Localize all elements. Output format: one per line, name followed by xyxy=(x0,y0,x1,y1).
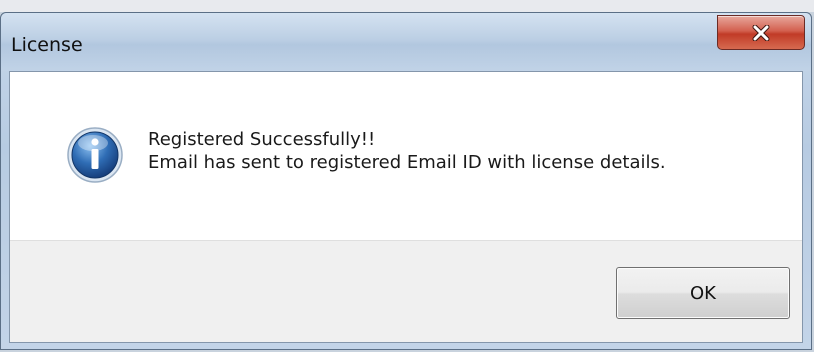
info-icon xyxy=(67,127,123,183)
message-line-1: Registered Successfully!! xyxy=(148,129,376,150)
message-area: Registered Successfully!! Email has sent… xyxy=(10,72,802,240)
title-bar[interactable]: License xyxy=(1,13,811,71)
window-title: License xyxy=(11,34,83,56)
ok-button[interactable]: OK xyxy=(616,267,790,319)
license-dialog: License Registered Successfully!! Email … xyxy=(0,12,812,350)
background-window-edge xyxy=(0,0,814,12)
close-icon xyxy=(752,24,770,41)
button-area: OK xyxy=(10,240,802,342)
close-button[interactable] xyxy=(717,15,805,50)
dialog-body: Registered Successfully!! Email has sent… xyxy=(9,71,803,343)
message-line-2: Email has sent to registered Email ID wi… xyxy=(148,152,666,173)
